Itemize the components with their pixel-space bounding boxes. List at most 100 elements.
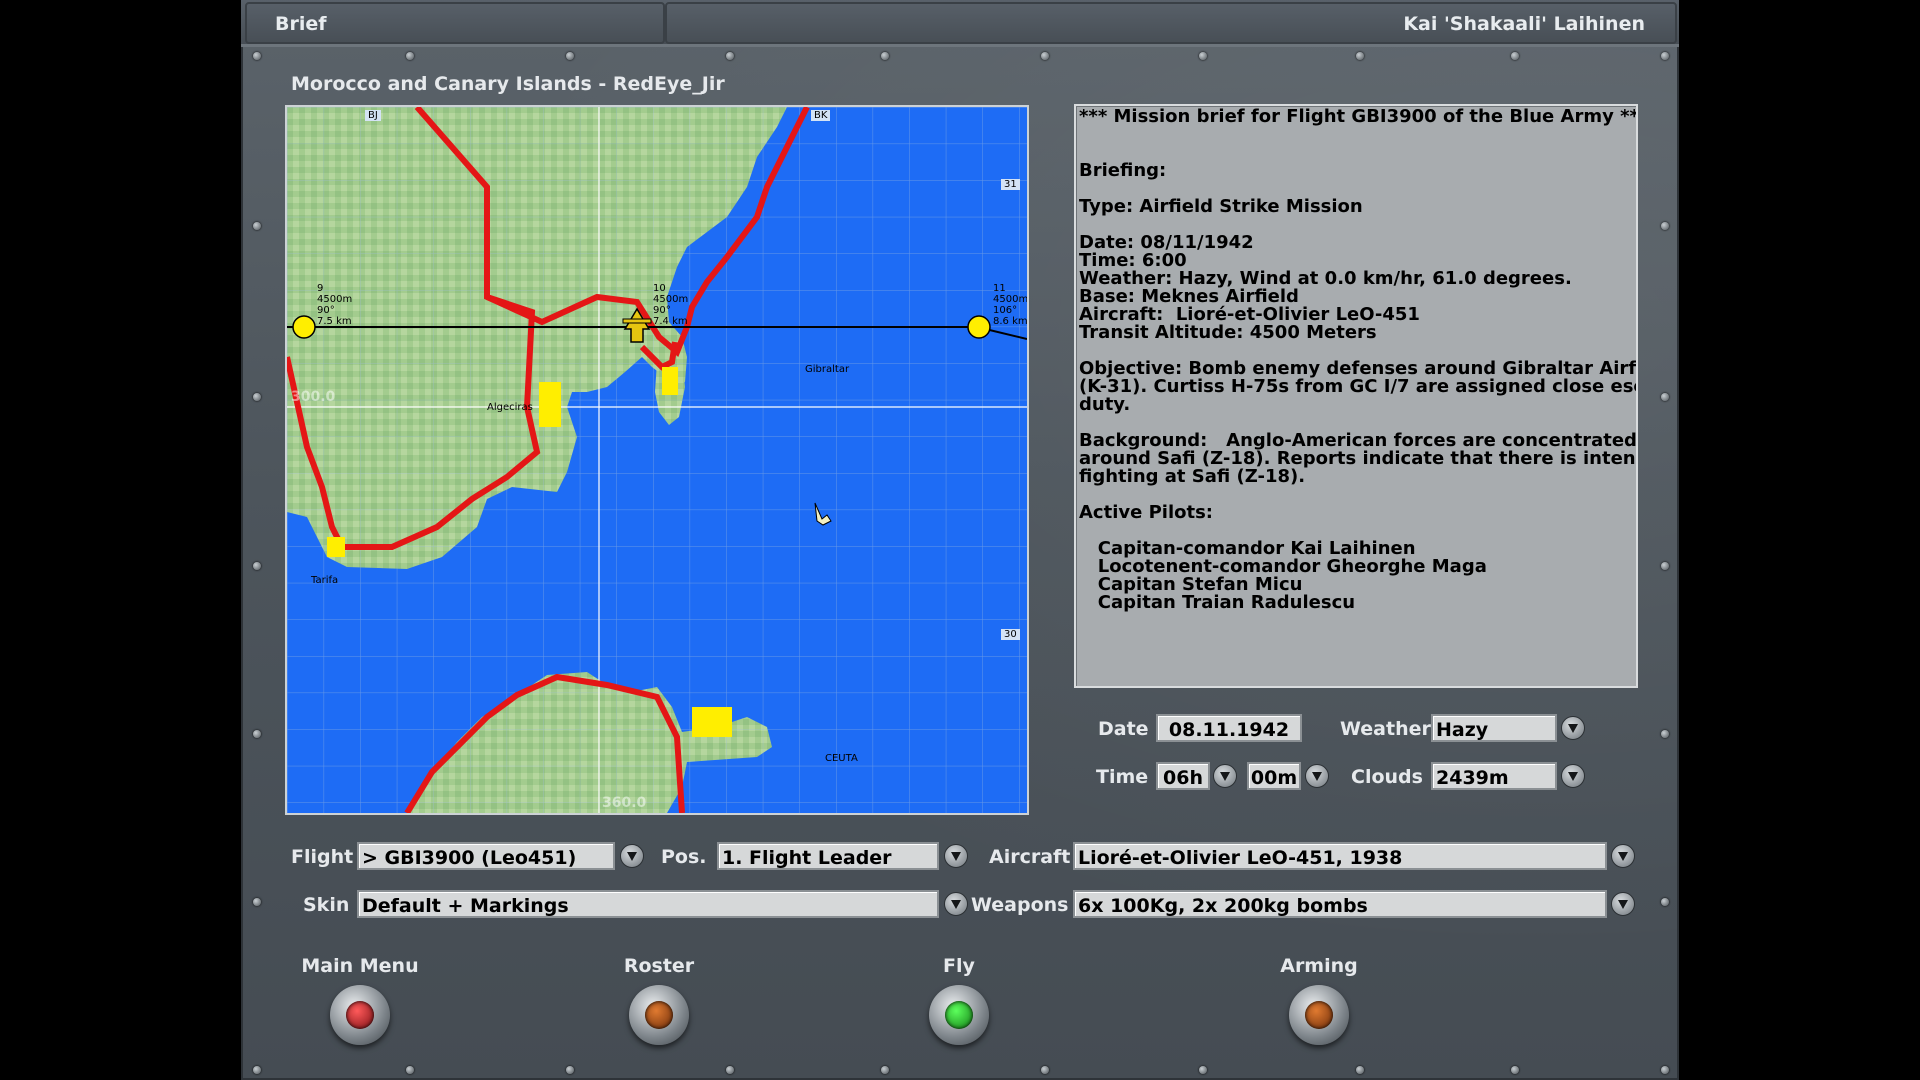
arming-button[interactable] bbox=[1289, 985, 1349, 1045]
weapons-select[interactable]: 6x 100Kg, 2x 200kg bombs bbox=[1073, 890, 1607, 918]
fly-button[interactable] bbox=[929, 985, 989, 1045]
rivet bbox=[406, 1066, 414, 1074]
time-hours-select[interactable]: 06h bbox=[1156, 762, 1210, 790]
place-label: Algeciras bbox=[487, 402, 533, 413]
weapons-dropdown-icon[interactable] bbox=[1611, 892, 1635, 916]
date-label: Date bbox=[1098, 718, 1149, 740]
grid-label: 31 bbox=[1001, 179, 1020, 190]
time-minutes-dropdown-icon[interactable] bbox=[1305, 764, 1329, 788]
rivet bbox=[1041, 1066, 1049, 1074]
pilot-name: Kai 'Shakaali' Laihinen bbox=[1403, 13, 1645, 35]
amber-lamp-icon bbox=[1305, 1001, 1333, 1029]
aircraft-label: Aircraft bbox=[989, 846, 1071, 868]
rivet bbox=[566, 52, 574, 60]
rivet bbox=[1661, 562, 1669, 570]
brief-window: Brief Kai 'Shakaali' Laihinen Morocco an… bbox=[241, 0, 1679, 1080]
rivet bbox=[253, 562, 261, 570]
brief-line: Type: Airfield Strike Mission bbox=[1079, 196, 1363, 217]
rivet bbox=[1661, 898, 1669, 906]
fly-label: Fly bbox=[943, 955, 975, 977]
main-menu-button[interactable] bbox=[330, 985, 390, 1045]
waypoint-info: 10 4500m 90° 7.4 km bbox=[653, 283, 689, 327]
position-dropdown-icon[interactable] bbox=[944, 844, 968, 868]
aircraft-select[interactable]: Lioré-et-Olivier LeO-451, 1938 bbox=[1073, 842, 1607, 870]
grid-label: 30 bbox=[1001, 629, 1020, 640]
rivet bbox=[1199, 1066, 1207, 1074]
weather-dropdown-icon[interactable] bbox=[1561, 716, 1585, 740]
rivet bbox=[1661, 730, 1669, 738]
waypoint-marker bbox=[292, 315, 316, 339]
scale-mark: 360.0 bbox=[602, 795, 647, 811]
rivet bbox=[253, 52, 261, 60]
rivet bbox=[1041, 52, 1049, 60]
rivet bbox=[1356, 52, 1364, 60]
brief-line: Briefing: bbox=[1079, 160, 1167, 181]
brief-line: duty. bbox=[1079, 394, 1131, 415]
title-bar-left-panel: Brief bbox=[245, 2, 665, 44]
title-bar-right-panel: Kai 'Shakaali' Laihinen bbox=[665, 2, 1677, 44]
rivet bbox=[1199, 52, 1207, 60]
main-menu-label: Main Menu bbox=[301, 955, 419, 977]
skin-dropdown-icon[interactable] bbox=[944, 892, 968, 916]
rivet bbox=[253, 222, 261, 230]
brief-line: Capitan Traian Radulescu bbox=[1079, 592, 1356, 613]
clouds-label: Clouds bbox=[1351, 766, 1423, 788]
rivet bbox=[1356, 1066, 1364, 1074]
rivet bbox=[1511, 1066, 1519, 1074]
time-minutes-select[interactable]: 00m bbox=[1247, 762, 1301, 790]
roster-button[interactable] bbox=[629, 985, 689, 1045]
mission-brief-text: *** Mission brief for Flight GBI3900 of … bbox=[1076, 106, 1636, 614]
rivet bbox=[881, 1066, 889, 1074]
rivet bbox=[566, 1066, 574, 1074]
skin-select[interactable]: Default + Markings bbox=[357, 890, 939, 918]
screen-title: Brief bbox=[275, 13, 327, 35]
rivet bbox=[1511, 52, 1519, 60]
target-area bbox=[327, 537, 345, 557]
weather-label: Weather bbox=[1340, 718, 1431, 740]
green-lamp-icon bbox=[945, 1001, 973, 1029]
target-area bbox=[692, 707, 732, 737]
roster-label: Roster bbox=[623, 955, 695, 977]
skin-label: Skin bbox=[303, 894, 350, 916]
clouds-select[interactable]: 2439m bbox=[1431, 762, 1557, 790]
waypoint-info: 9 4500m 90° 7.5 km bbox=[317, 283, 353, 327]
rivet bbox=[253, 730, 261, 738]
brief-line: *** Mission brief for Flight GBI3900 of … bbox=[1079, 106, 1638, 127]
mission-brief-panel[interactable]: *** Mission brief for Flight GBI3900 of … bbox=[1074, 104, 1638, 688]
rivet bbox=[253, 898, 261, 906]
rivet bbox=[253, 393, 261, 401]
position-select[interactable]: 1. Flight Leader bbox=[717, 842, 939, 870]
date-field[interactable]: 08.11.1942 bbox=[1156, 714, 1302, 742]
rivet bbox=[1661, 1066, 1669, 1074]
rivet bbox=[1661, 222, 1669, 230]
waypoint-marker bbox=[967, 315, 991, 339]
rivet bbox=[881, 52, 889, 60]
mission-map[interactable]: BJ BK 31 30 Gibraltar Algeciras Tarifa C… bbox=[285, 105, 1029, 815]
flight-select[interactable]: > GBI3900 (Leo451) bbox=[357, 842, 615, 870]
weather-select[interactable]: Hazy bbox=[1431, 714, 1557, 742]
time-hours-dropdown-icon[interactable] bbox=[1213, 764, 1237, 788]
weapons-label: Weapons bbox=[971, 894, 1069, 916]
rivet bbox=[253, 1066, 261, 1074]
flight-label: Flight bbox=[291, 846, 354, 868]
scale-mark: 300.0 bbox=[291, 389, 336, 405]
position-label: Pos. bbox=[661, 846, 707, 868]
grid-label: BK bbox=[811, 110, 831, 121]
brief-line: Active Pilots: bbox=[1079, 502, 1213, 523]
rivet bbox=[726, 52, 734, 60]
title-bar: Brief Kai 'Shakaali' Laihinen bbox=[241, 0, 1679, 47]
grid-label: BJ bbox=[365, 110, 381, 121]
target-area bbox=[539, 382, 561, 427]
aircraft-dropdown-icon[interactable] bbox=[1611, 844, 1635, 868]
map-title: Morocco and Canary Islands - RedEye_Jir bbox=[291, 73, 725, 95]
place-label: Tarifa bbox=[311, 575, 339, 586]
brief-line: fighting at Safi (Z-18). bbox=[1079, 466, 1306, 487]
rivet bbox=[1661, 393, 1669, 401]
flight-dropdown-icon[interactable] bbox=[620, 844, 644, 868]
waypoint-info: 11 4500m 106° 8.6 km bbox=[993, 283, 1029, 327]
brief-line: Transit Altitude: 4500 Meters bbox=[1079, 322, 1377, 343]
place-label: Gibraltar bbox=[805, 364, 850, 375]
red-lamp-icon bbox=[346, 1001, 374, 1029]
clouds-dropdown-icon[interactable] bbox=[1561, 764, 1585, 788]
aircraft-icon bbox=[622, 318, 652, 324]
